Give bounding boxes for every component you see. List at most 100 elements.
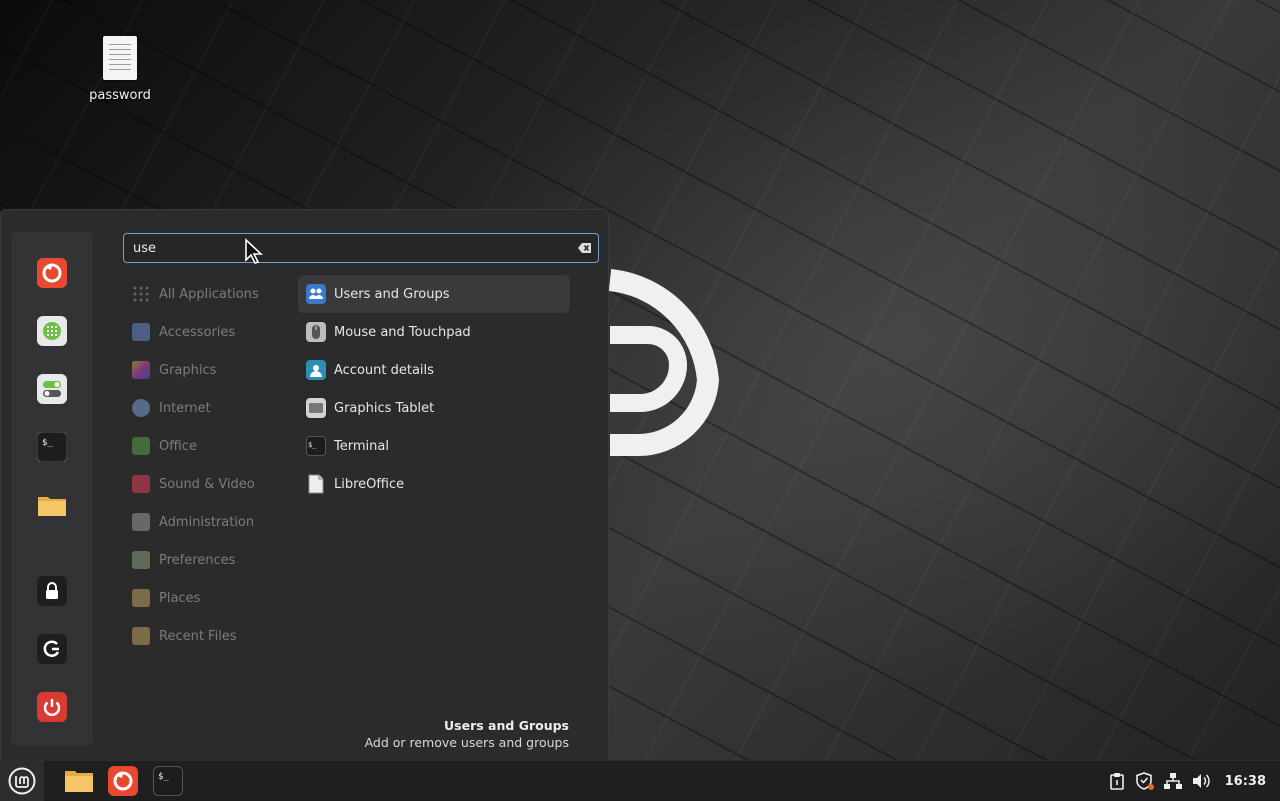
clipboard-icon: [1109, 773, 1124, 790]
terminal-icon: $_: [37, 432, 67, 462]
taskbar-terminal-launcher[interactable]: $_: [153, 766, 183, 796]
category-preferences[interactable]: Preferences: [123, 541, 293, 579]
terminal-icon: $_: [153, 766, 183, 796]
svg-text:$_: $_: [308, 441, 317, 449]
svg-text:$_: $_: [42, 438, 53, 448]
favorite-log-out[interactable]: [37, 634, 67, 664]
result-label: Users and Groups: [334, 286, 450, 302]
category-graphics[interactable]: Graphics: [123, 351, 293, 389]
taskbar-files-launcher[interactable]: [64, 766, 94, 796]
result-users-and-groups[interactable]: Users and Groups: [298, 275, 570, 313]
result-label: Account details: [334, 362, 434, 378]
category-label: Accessories: [159, 324, 236, 340]
result-label: LibreOffice: [334, 476, 405, 492]
update-manager-applet[interactable]: [1133, 769, 1157, 793]
result-label: Terminal: [334, 438, 389, 454]
result-terminal[interactable]: $_ Terminal: [298, 427, 570, 465]
libreoffice-icon: [306, 474, 326, 494]
search-results-list: Users and Groups Mouse and Touchpad Acco…: [298, 275, 570, 503]
desktop-file-label: password: [89, 88, 151, 103]
mint-logo-icon: [8, 767, 36, 795]
settings-toggle-icon: [37, 374, 67, 404]
category-administration[interactable]: Administration: [123, 503, 293, 541]
search-input[interactable]: [124, 234, 572, 262]
category-sound-video[interactable]: Sound & Video: [123, 465, 293, 503]
terminal-icon: $_: [306, 436, 326, 456]
result-libreoffice[interactable]: LibreOffice: [298, 465, 570, 503]
volume-icon: [1192, 774, 1210, 788]
shield-update-icon: [1135, 772, 1154, 790]
favorite-files[interactable]: [37, 490, 67, 520]
recent-files-icon: [132, 627, 150, 645]
category-list: All Applications Accessories Graphics In…: [123, 275, 293, 655]
system-tray: 16:38: [1103, 761, 1280, 801]
firefox-icon: [108, 766, 138, 796]
volume-applet[interactable]: [1189, 769, 1213, 793]
favorite-firefox[interactable]: [37, 258, 67, 288]
search-box: [123, 233, 599, 263]
desktop-file-password[interactable]: password: [84, 36, 156, 103]
description-text: Add or remove users and groups: [364, 735, 569, 750]
result-account-details[interactable]: Account details: [298, 351, 570, 389]
account-icon: [306, 360, 326, 380]
text-document-icon: [103, 36, 137, 80]
clear-icon: [578, 243, 591, 253]
description-title: Users and Groups: [444, 718, 569, 733]
category-places[interactable]: Places: [123, 579, 293, 617]
power-icon: [37, 692, 67, 722]
mouse-icon: [306, 322, 326, 342]
favorite-settings[interactable]: [37, 374, 67, 404]
mouse-pointer-icon: [245, 238, 264, 264]
network-icon: [1163, 773, 1182, 789]
favorite-lock-screen[interactable]: [37, 576, 67, 606]
favorite-calculator[interactable]: [37, 316, 67, 346]
category-label: Recent Files: [159, 628, 237, 644]
clear-search-button[interactable]: [572, 235, 598, 261]
favorite-terminal[interactable]: $_: [37, 432, 67, 462]
clock[interactable]: 16:38: [1225, 774, 1266, 789]
logout-icon: [37, 634, 67, 664]
category-label: Preferences: [159, 552, 236, 568]
category-label: Office: [159, 438, 197, 454]
category-all-applications[interactable]: All Applications: [123, 275, 293, 313]
office-icon: [132, 437, 150, 455]
category-label: Administration: [159, 514, 255, 530]
clipboard-applet[interactable]: [1105, 769, 1129, 793]
svg-text:$_: $_: [158, 772, 169, 782]
preferences-icon: [132, 551, 150, 569]
taskbar: $_ 16:38: [0, 760, 1280, 801]
taskbar-firefox-launcher[interactable]: [108, 766, 138, 796]
result-label: Mouse and Touchpad: [334, 324, 471, 340]
tablet-icon: [306, 398, 326, 418]
category-label: Graphics: [159, 362, 217, 378]
application-menu: $_ use All Applications Accessories Grap…: [0, 209, 609, 760]
firefox-icon: [37, 258, 67, 288]
favorite-shut-down[interactable]: [37, 692, 67, 722]
internet-icon: [132, 399, 150, 417]
calculator-icon: [37, 316, 67, 346]
graphics-icon: [132, 361, 150, 379]
menu-button[interactable]: [0, 761, 44, 801]
administration-icon: [132, 513, 150, 531]
item-description: Users and Groups Add or remove users and…: [365, 718, 569, 750]
category-office[interactable]: Office: [123, 427, 293, 465]
result-mouse-and-touchpad[interactable]: Mouse and Touchpad: [298, 313, 570, 351]
category-internet[interactable]: Internet: [123, 389, 293, 427]
folder-icon: [38, 497, 66, 516]
network-applet[interactable]: [1161, 769, 1185, 793]
favorites-sidebar: $_: [11, 232, 93, 746]
category-label: Sound & Video: [159, 476, 255, 492]
category-recent-files[interactable]: Recent Files: [123, 617, 293, 655]
category-label: Places: [159, 590, 201, 606]
accessories-icon: [132, 323, 150, 341]
category-label: All Applications: [159, 286, 259, 302]
category-label: Internet: [159, 400, 211, 416]
category-accessories[interactable]: Accessories: [123, 313, 293, 351]
places-folder-icon: [132, 589, 150, 607]
users-icon: [306, 284, 326, 304]
grid-icon: [132, 285, 150, 303]
sound-video-icon: [132, 475, 150, 493]
result-graphics-tablet[interactable]: Graphics Tablet: [298, 389, 570, 427]
result-label: Graphics Tablet: [334, 400, 435, 416]
folder-icon: [65, 771, 93, 792]
